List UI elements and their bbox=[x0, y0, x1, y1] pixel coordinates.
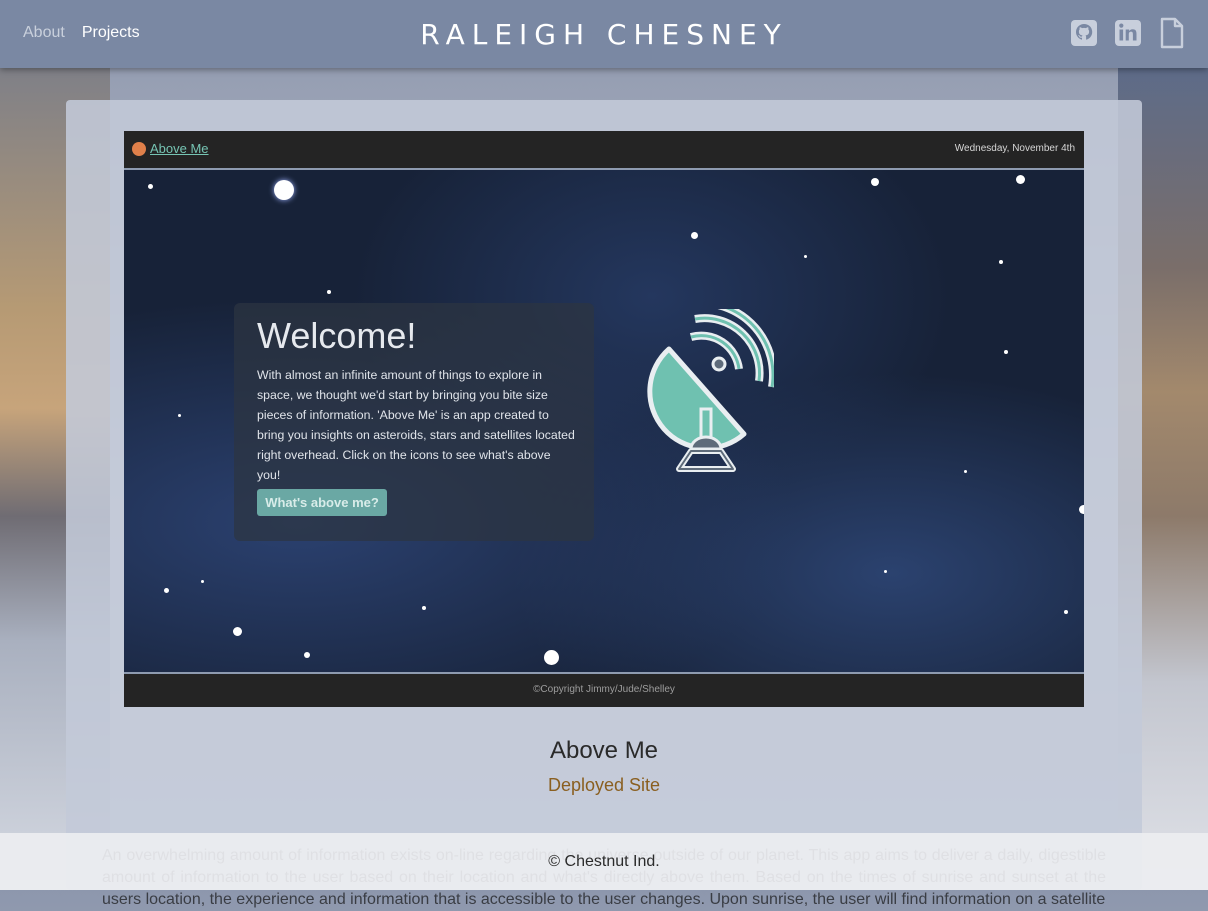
star-icon bbox=[201, 580, 204, 583]
star-icon bbox=[871, 178, 879, 186]
star-icon bbox=[999, 260, 1003, 264]
social-icons bbox=[1070, 17, 1186, 49]
star-icon bbox=[327, 290, 331, 294]
footer-text: © Chestnut Ind. bbox=[548, 853, 660, 870]
top-navbar: About Projects RALEIGH CHESNEY bbox=[0, 0, 1208, 68]
star-icon bbox=[1064, 610, 1068, 614]
linkedin-icon[interactable] bbox=[1114, 17, 1142, 49]
github-icon[interactable] bbox=[1070, 17, 1098, 49]
project-screenshot: Above Me Wednesday, November 4th Welcome… bbox=[124, 131, 1084, 707]
star-icon bbox=[304, 652, 310, 658]
star-icon bbox=[274, 180, 294, 200]
star-icon bbox=[1016, 175, 1025, 184]
screenshot-header: Above Me Wednesday, November 4th bbox=[124, 131, 1084, 170]
star-icon bbox=[164, 588, 169, 593]
site-brand: RALEIGH CHESNEY bbox=[420, 18, 788, 51]
star-icon bbox=[1004, 350, 1008, 354]
star-icon bbox=[691, 232, 698, 239]
screenshot-copyright: ©Copyright Jimmy/Jude/Shelley bbox=[533, 684, 675, 695]
welcome-title: Welcome! bbox=[257, 315, 417, 356]
star-icon bbox=[884, 570, 887, 573]
whats-above-me-button: What's above me? bbox=[257, 489, 387, 516]
document-icon[interactable] bbox=[1158, 17, 1186, 49]
star-icon bbox=[178, 414, 181, 417]
star-icon bbox=[422, 606, 426, 610]
planet-logo-icon bbox=[132, 141, 146, 156]
star-icon bbox=[233, 627, 242, 636]
star-icon bbox=[544, 650, 559, 665]
page-footer: © Chestnut Ind. bbox=[0, 833, 1208, 890]
welcome-text: With almost an infinite amount of things… bbox=[257, 368, 575, 482]
screenshot-app-link: Above Me bbox=[150, 141, 209, 156]
star-icon bbox=[964, 470, 967, 473]
satellite-dish-icon bbox=[647, 309, 774, 472]
star-icon bbox=[804, 255, 807, 258]
deployed-site-link[interactable]: Deployed Site bbox=[66, 775, 1142, 796]
screenshot-brand: Above Me bbox=[132, 141, 209, 156]
screenshot-date: Wednesday, November 4th bbox=[954, 143, 1075, 154]
star-icon bbox=[148, 184, 153, 189]
welcome-panel: Welcome! With almost an infinite amount … bbox=[234, 303, 594, 541]
star-icon bbox=[1079, 505, 1084, 514]
project-card: Above Me Wednesday, November 4th Welcome… bbox=[66, 100, 1142, 908]
screenshot-footer: ©Copyright Jimmy/Jude/Shelley bbox=[124, 672, 1084, 707]
project-title: Above Me bbox=[549, 737, 659, 764]
